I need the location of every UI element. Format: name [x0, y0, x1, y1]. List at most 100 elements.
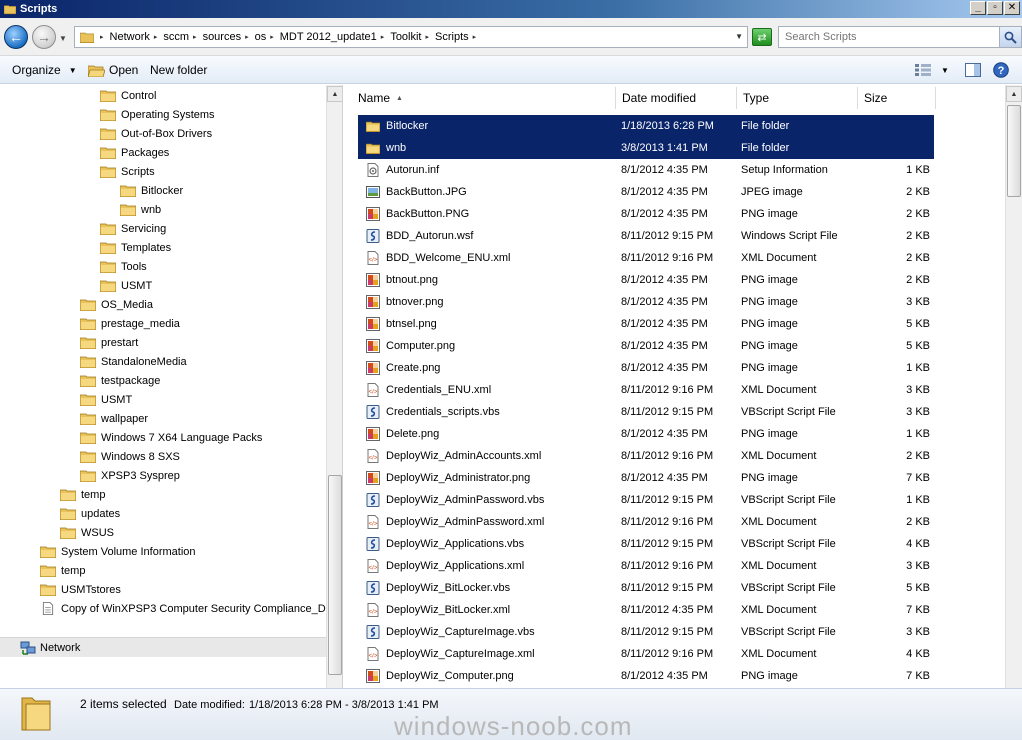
file-row[interactable]: </> DeployWiz_BitLocker.xml 8/11/2012 4:35…: [358, 599, 934, 621]
file-row[interactable]: Create.png 8/1/2012 4:35 PM PNG image 1 KB: [358, 357, 934, 379]
file-row[interactable]: DeployWiz_Applications.vbs 8/11/2012 9:15…: [358, 533, 934, 555]
recent-pages-dropdown[interactable]: ▼: [59, 34, 67, 43]
tree-item[interactable]: Control: [100, 86, 156, 105]
tree-item[interactable]: XPSP3 Sysprep: [80, 466, 180, 485]
breadcrumb-separator[interactable]: ▸: [471, 33, 479, 41]
file-row[interactable]: btnout.png 8/1/2012 4:35 PM PNG image 2 KB: [358, 269, 934, 291]
file-row[interactable]: Bitlocker 1/18/2013 6:28 PM File folder: [358, 115, 934, 137]
breadcrumb-separator[interactable]: ▸: [379, 33, 387, 41]
tree-item[interactable]: wallpaper: [80, 409, 148, 428]
back-button[interactable]: ←: [4, 25, 28, 49]
breadcrumb-item[interactable]: Toolkit: [386, 31, 423, 43]
address-dropdown-arrow[interactable]: ▼: [735, 32, 743, 41]
search-input[interactable]: [779, 27, 989, 47]
view-options-dropdown[interactable]: ▼: [938, 61, 952, 79]
scroll-up-arrow[interactable]: ▲: [327, 86, 342, 102]
tree-item[interactable]: USMTstores: [40, 580, 121, 599]
file-row[interactable]: </> DeployWiz_CaptureImage.xml 8/11/2012 9…: [358, 643, 934, 665]
tree-item[interactable]: StandaloneMedia: [80, 352, 187, 371]
file-row[interactable]: Delete.png 8/1/2012 4:35 PM PNG image 1 KB: [358, 423, 934, 445]
file-row[interactable]: </> Credentials_ENU.xml 8/11/2012 9:16 PM X…: [358, 379, 934, 401]
tree-item[interactable]: Scripts: [100, 162, 155, 181]
tree-item[interactable]: WSUS: [60, 523, 114, 542]
organize-button[interactable]: Organize ▼: [12, 63, 77, 77]
scroll-thumb[interactable]: [328, 475, 342, 675]
preview-pane-button[interactable]: [962, 61, 984, 79]
file-row[interactable]: Autorun.inf 8/1/2012 4:35 PM Setup Informa…: [358, 159, 934, 181]
file-row[interactable]: DeployWiz_CaptureImage.vbs 8/11/2012 9:15…: [358, 621, 934, 643]
tree-item[interactable]: prestart: [80, 333, 138, 352]
file-row[interactable]: DeployWiz_AdminPassword.vbs 8/11/2012 9:1…: [358, 489, 934, 511]
breadcrumb-separator[interactable]: ▸: [152, 33, 160, 41]
tree-item[interactable]: Bitlocker: [120, 181, 183, 200]
breadcrumb-separator[interactable]: ▸: [268, 33, 276, 41]
file-row[interactable]: btnsel.png 8/1/2012 4:35 PM PNG image 5 KB: [358, 313, 934, 335]
column-header-date[interactable]: Date modified: [616, 87, 737, 109]
file-row[interactable]: Credentials_scripts.vbs 8/11/2012 9:15 PM…: [358, 401, 934, 423]
forward-button[interactable]: →: [32, 25, 56, 49]
file-row[interactable]: </> DeployWiz_AdminPassword.xml 8/11/2012 …: [358, 511, 934, 533]
column-header-type[interactable]: Type: [737, 87, 858, 109]
file-row[interactable]: btnover.png 8/1/2012 4:35 PM PNG image 3 KB: [358, 291, 934, 313]
breadcrumb-separator[interactable]: ▸: [243, 33, 251, 41]
file-row[interactable]: BDD_Autorun.wsf 8/11/2012 9:15 PM Windows …: [358, 225, 934, 247]
tree-item[interactable]: Servicing: [100, 219, 166, 238]
tree-item[interactable]: Operating Systems: [100, 105, 215, 124]
file-row[interactable]: DeployWiz_Computer.png 8/1/2012 4:35 PM PN…: [358, 665, 934, 687]
file-row[interactable]: DeployWiz_Administrator.png 8/1/2012 4:35…: [358, 467, 934, 489]
new-folder-button[interactable]: New folder: [150, 63, 207, 77]
tree-item[interactable]: Windows 7 X64 Language Packs: [80, 428, 262, 447]
breadcrumb-item[interactable]: sccm: [159, 31, 191, 43]
address-bar[interactable]: ▸ Network ▸ sccm ▸ sources ▸ os ▸ MDT 2012_updat…: [74, 26, 748, 48]
help-button[interactable]: ?: [990, 61, 1012, 79]
open-button[interactable]: Open: [88, 63, 138, 77]
breadcrumb-separator[interactable]: ▸: [98, 33, 106, 41]
tree-item[interactable]: System Volume Information: [40, 542, 196, 561]
tree-item[interactable]: Templates: [100, 238, 171, 257]
tree-item[interactable]: updates: [60, 504, 120, 523]
maximize-button[interactable]: ▫: [987, 1, 1003, 15]
breadcrumb-item[interactable]: MDT 2012_update1: [276, 31, 379, 43]
breadcrumb-separator[interactable]: ▸: [424, 33, 432, 41]
breadcrumb-separator[interactable]: ▸: [191, 33, 199, 41]
breadcrumb-item[interactable]: Network: [106, 31, 152, 43]
column-header-name[interactable]: Name ▲: [352, 87, 616, 109]
breadcrumb-item[interactable]: os: [251, 31, 269, 43]
tree-item[interactable]: testpackage: [80, 371, 160, 390]
tree-item[interactable]: wnb: [120, 200, 161, 219]
minimize-button[interactable]: _: [970, 1, 986, 15]
file-row[interactable]: BackButton.PNG 8/1/2012 4:35 PM PNG image 2…: [358, 203, 934, 225]
scroll-thumb[interactable]: [1007, 105, 1021, 197]
tree-item[interactable]: Copy of WinXPSP3 Computer Security Compl…: [40, 599, 342, 618]
change-view-button[interactable]: [912, 61, 934, 79]
tree-item[interactable]: temp: [40, 561, 85, 580]
tree-item[interactable]: Packages: [100, 143, 169, 162]
breadcrumb-item[interactable]: Scripts: [431, 31, 471, 43]
file-row[interactable]: BackButton.JPG 8/1/2012 4:35 PM JPEG image…: [358, 181, 934, 203]
nav-scrollbar[interactable]: ▲: [326, 85, 342, 688]
breadcrumb-item[interactable]: sources: [199, 31, 244, 43]
tree-item[interactable]: Tools: [100, 257, 147, 276]
column-header-size[interactable]: Size: [858, 87, 936, 109]
tree-item[interactable]: USMT: [80, 390, 132, 409]
search-button[interactable]: [999, 27, 1021, 47]
refresh-button[interactable]: ⇄: [752, 28, 772, 46]
tree-item[interactable]: prestage_media: [80, 314, 180, 333]
file-row[interactable]: </> DeployWiz_Applications.xml 8/11/2012 9…: [358, 555, 934, 577]
file-name-cell: </> DeployWiz_AdminAccounts.xml: [366, 445, 541, 467]
tree-item-network[interactable]: Network: [0, 637, 326, 657]
file-row[interactable]: DeployWiz_BitLocker.vbs 8/11/2012 9:15 PM…: [358, 577, 934, 599]
file-row[interactable]: Computer.png 8/1/2012 4:35 PM PNG image 5 K…: [358, 335, 934, 357]
close-button[interactable]: ✕: [1004, 1, 1020, 15]
file-row[interactable]: </> DeployWiz_AdminAccounts.xml 8/11/2012 …: [358, 445, 934, 467]
file-row[interactable]: wnb 3/8/2013 1:41 PM File folder: [358, 137, 934, 159]
tree-item[interactable]: Out-of-Box Drivers: [100, 124, 212, 143]
search-box[interactable]: [778, 26, 1022, 48]
tree-item[interactable]: OS_Media: [80, 295, 153, 314]
tree-item[interactable]: Windows 8 SXS: [80, 447, 180, 466]
tree-item[interactable]: temp: [60, 485, 105, 504]
scroll-up-arrow[interactable]: ▲: [1006, 86, 1022, 102]
file-row[interactable]: </> BDD_Welcome_ENU.xml 8/11/2012 9:16 PM X…: [358, 247, 934, 269]
file-list-scrollbar[interactable]: ▲: [1005, 85, 1022, 688]
tree-item[interactable]: USMT: [100, 276, 152, 295]
